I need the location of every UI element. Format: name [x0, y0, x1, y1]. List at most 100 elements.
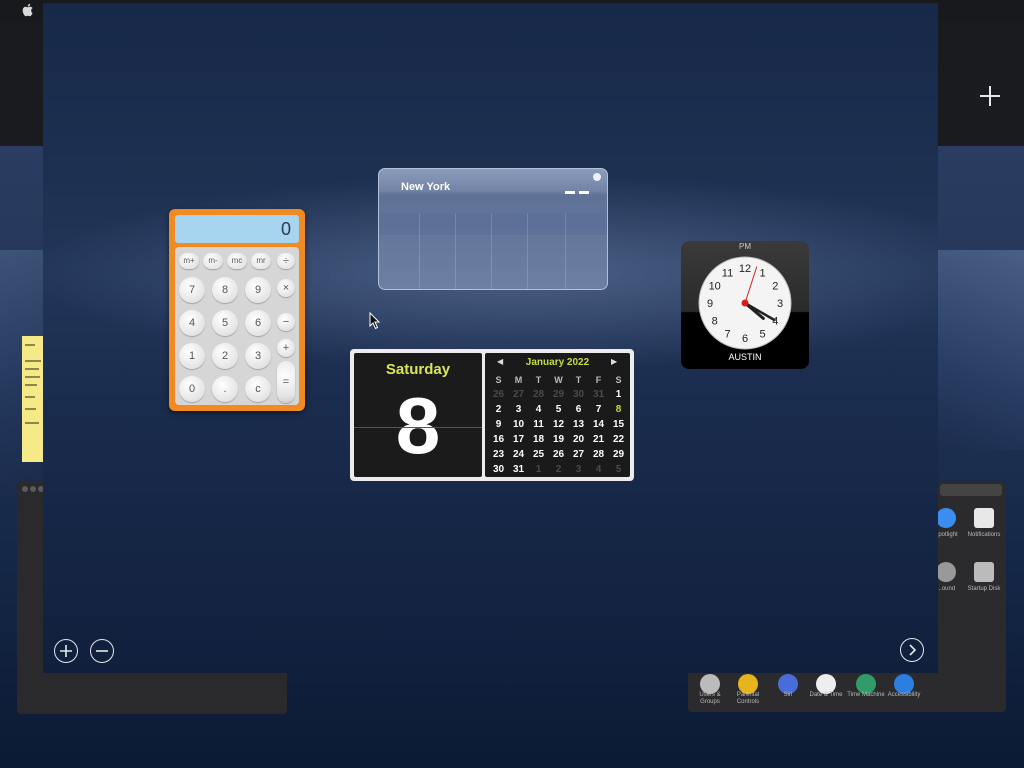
calc-key-mplus[interactable]: m+	[179, 253, 199, 269]
calc-key-mr[interactable]: mr	[251, 253, 271, 269]
calendar-date-cell[interactable]: 31	[589, 388, 608, 402]
clock-hub	[741, 299, 749, 307]
prefs-search-field[interactable]	[940, 484, 1002, 496]
flip-divider	[354, 427, 482, 428]
apple-logo-icon[interactable]	[20, 2, 36, 18]
calendar-date-cell[interactable]: 10	[509, 418, 528, 432]
accessibility-icon[interactable]	[894, 674, 914, 694]
spotlight-icon[interactable]	[936, 508, 956, 528]
siri-icon[interactable]	[778, 674, 798, 694]
calc-key-7[interactable]: 7	[179, 277, 205, 303]
stickies-note[interactable]	[22, 336, 44, 462]
calendar-date-cell[interactable]: 12	[549, 418, 568, 432]
calendar-date-cell[interactable]: 28	[529, 388, 548, 402]
calendar-date-cell[interactable]: 30	[489, 463, 508, 477]
remove-widget-button[interactable]	[90, 639, 114, 663]
calendar-weekday-header: F	[595, 375, 602, 385]
calendar-date-cell[interactable]: 7	[589, 403, 608, 417]
calendar-date-cell[interactable]: 1	[529, 463, 548, 477]
calc-key-6[interactable]: 6	[245, 310, 271, 336]
calendar-date-cell[interactable]: 2	[489, 403, 508, 417]
calendar-date-cell[interactable]: 19	[549, 433, 568, 447]
calendar-widget[interactable]: Saturday 8 ◀ January 2022 ▶ S M T W T F S 26 27 2…	[350, 349, 634, 481]
calc-key-9[interactable]: 9	[245, 277, 271, 303]
users-groups-icon[interactable]	[700, 674, 720, 694]
calendar-date-cell[interactable]: 9	[489, 418, 508, 432]
calendar-date-cell[interactable]: 31	[509, 463, 528, 477]
calendar-date-cell[interactable]: 27	[509, 388, 528, 402]
calendar-date-cell[interactable]: 16	[489, 433, 508, 447]
calendar-date-cell[interactable]: 18	[529, 433, 548, 447]
parental-controls-icon[interactable]	[738, 674, 758, 694]
calendar-date-cell[interactable]: 4	[589, 463, 608, 477]
notifications-icon[interactable]	[974, 508, 994, 528]
add-widget-button[interactable]	[54, 639, 78, 663]
calc-key-decimal[interactable]: .	[212, 376, 238, 402]
sound-icon[interactable]	[936, 562, 956, 582]
calendar-date-cell[interactable]: 26	[549, 448, 568, 462]
date-time-icon[interactable]	[816, 674, 836, 694]
clock-numeral: 4	[772, 316, 778, 328]
clock-numeral: 8	[712, 316, 718, 328]
calendar-date-cell[interactable]: 11	[529, 418, 548, 432]
calendar-date-cell[interactable]: 3	[509, 403, 528, 417]
calendar-date-cell[interactable]: 22	[609, 433, 628, 447]
calc-key-clear[interactable]: c	[245, 376, 271, 402]
world-clock-widget[interactable]: New York	[378, 168, 608, 290]
calc-key-5[interactable]: 5	[212, 310, 238, 336]
calc-key-multiply[interactable]: ×	[277, 279, 295, 297]
calendar-date-cell[interactable]: 14	[589, 418, 608, 432]
calendar-date-cell[interactable]: 15	[609, 418, 628, 432]
calc-key-minus[interactable]: −	[277, 313, 295, 331]
note-line	[25, 408, 36, 410]
calendar-date-cell[interactable]: 13	[569, 418, 588, 432]
calendar-date-cell[interactable]: 8	[609, 403, 628, 417]
calendar-date-cell[interactable]: 24	[509, 448, 528, 462]
calculator-widget[interactable]: 0 m+ m- mc mr ÷ 7 8 9 × 4 5 6 − 1 2 3 + …	[169, 209, 305, 411]
calendar-date-cell[interactable]: 30	[569, 388, 588, 402]
calc-key-plus[interactable]: +	[277, 339, 295, 357]
analog-clock-widget[interactable]: PM 12 1 2 3 4 5 6 7 8 9 10 11 AUSTIN	[681, 241, 809, 369]
calendar-date-cell[interactable]: 28	[589, 448, 608, 462]
calc-key-divide[interactable]: ÷	[277, 253, 295, 269]
calendar-weekday-header: W	[554, 375, 563, 385]
widget-info-icon[interactable]	[593, 173, 601, 181]
calendar-date-cell[interactable]: 27	[569, 448, 588, 462]
calc-key-2[interactable]: 2	[212, 343, 238, 369]
calendar-date-cell[interactable]: 20	[569, 433, 588, 447]
calendar-date-cell[interactable]: 4	[529, 403, 548, 417]
calendar-date-cell[interactable]: 26	[489, 388, 508, 402]
next-month-icon[interactable]: ▶	[611, 357, 617, 366]
minimize-dot-icon[interactable]	[30, 486, 36, 492]
calendar-date-cell[interactable]: 6	[569, 403, 588, 417]
calendar-date-cell[interactable]: 29	[549, 388, 568, 402]
close-dot-icon[interactable]	[22, 486, 28, 492]
calc-key-equals[interactable]: =	[277, 361, 295, 403]
calc-key-1[interactable]: 1	[179, 343, 205, 369]
calendar-date-cell[interactable]: 17	[509, 433, 528, 447]
calendar-date-cell[interactable]: 2	[549, 463, 568, 477]
calendar-date-cell[interactable]: 3	[569, 463, 588, 477]
calc-key-0[interactable]: 0	[179, 376, 205, 402]
calendar-weekday-header: T	[535, 375, 542, 385]
clock-numeral: 2	[772, 281, 778, 293]
startup-disk-icon[interactable]	[974, 562, 994, 582]
calc-key-mminus[interactable]: m-	[203, 253, 223, 269]
next-page-button[interactable]	[900, 638, 924, 662]
calendar-date-cell[interactable]: 5	[549, 403, 568, 417]
calendar-date-cell[interactable]: 23	[489, 448, 508, 462]
time-machine-icon[interactable]	[856, 674, 876, 694]
calc-key-mc[interactable]: mc	[227, 253, 247, 269]
calendar-date-cell[interactable]: 5	[609, 463, 628, 477]
calendar-date-cell[interactable]: 25	[529, 448, 548, 462]
calc-key-8[interactable]: 8	[212, 277, 238, 303]
calculator-display: 0	[175, 215, 299, 243]
calendar-date-cell[interactable]: 29	[609, 448, 628, 462]
calendar-date-cell[interactable]: 21	[589, 433, 608, 447]
calc-key-4[interactable]: 4	[179, 310, 205, 336]
calc-key-3[interactable]: 3	[245, 343, 271, 369]
calendar-date-cell[interactable]: 1	[609, 388, 628, 402]
calendar-day-panel[interactable]: Saturday 8	[354, 353, 482, 477]
add-space-icon[interactable]	[978, 84, 1002, 108]
clock-city: AUSTIN	[728, 352, 762, 362]
